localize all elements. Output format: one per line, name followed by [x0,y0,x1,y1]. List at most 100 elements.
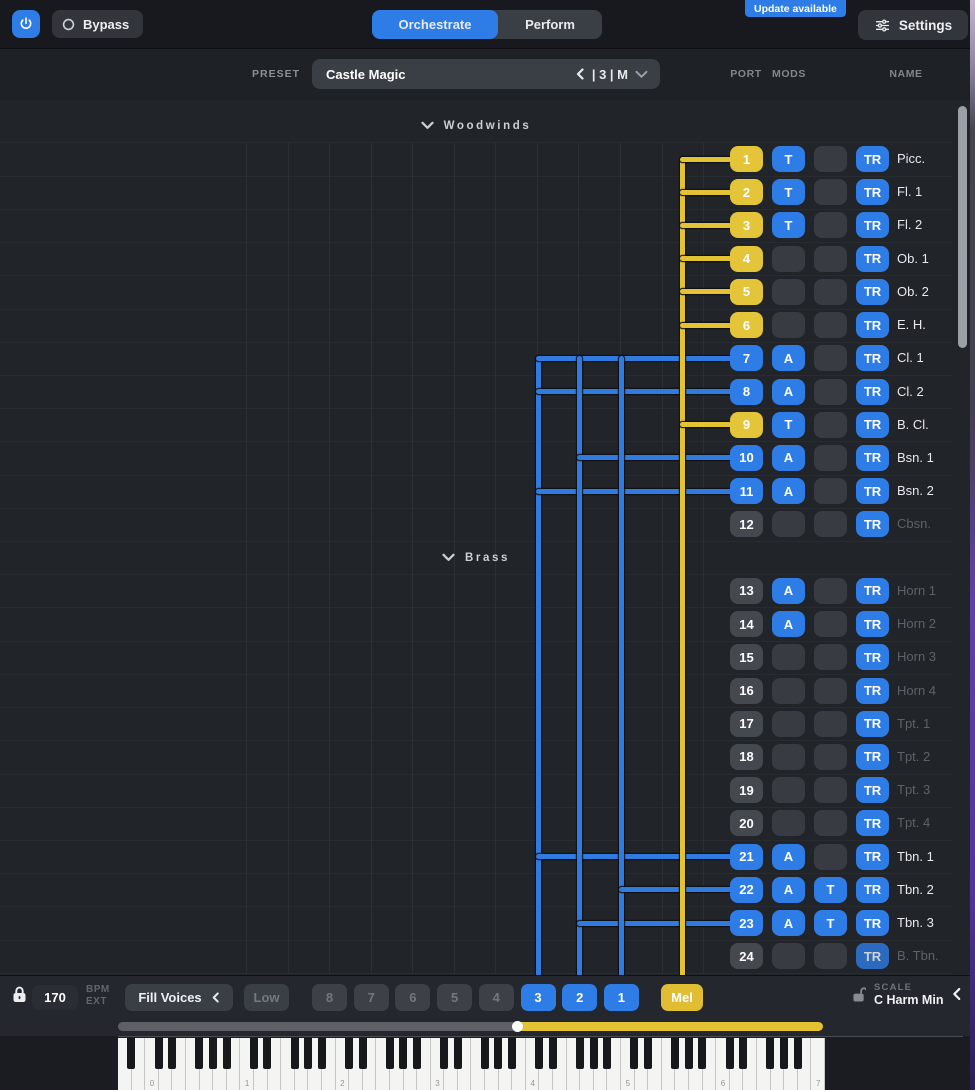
port-badge[interactable]: 17 [730,711,763,737]
mod-button-a[interactable]: A [772,910,805,936]
tr-button[interactable]: TR [856,578,889,604]
scale-prev-icon[interactable] [951,987,962,1001]
keyboard-range-track-high[interactable] [517,1022,822,1031]
tr-button[interactable]: TR [856,445,889,471]
tr-button[interactable]: TR [856,644,889,670]
black-key[interactable] [794,1038,802,1069]
black-key[interactable] [494,1038,502,1069]
mod-button-t[interactable]: T [772,212,805,238]
port-badge[interactable]: 21 [730,844,763,870]
mod-slot-empty[interactable] [814,844,847,870]
mod-button-a[interactable]: A [772,578,805,604]
port-badge[interactable]: 23 [730,910,763,936]
black-key[interactable] [209,1038,217,1069]
mod-button-a[interactable]: A [772,844,805,870]
voice-button-1[interactable]: 1 [604,984,639,1011]
tab-perform[interactable]: Perform [498,10,602,39]
black-key[interactable] [345,1038,353,1069]
low-button[interactable]: Low [244,984,289,1011]
port-badge[interactable]: 8 [730,379,763,405]
mod-slot-empty[interactable] [814,412,847,438]
port-badge[interactable]: 12 [730,511,763,537]
mod-slot-empty[interactable] [814,379,847,405]
mod-button-t[interactable]: T [772,179,805,205]
tr-button[interactable]: TR [856,678,889,704]
port-badge[interactable]: 20 [730,810,763,836]
power-button[interactable] [12,10,40,38]
section-header-woodwinds[interactable]: Woodwinds [0,118,952,134]
voice-button-7[interactable]: 7 [354,984,389,1011]
preset-dropdown[interactable]: Castle Magic | 3 | M [312,59,660,89]
port-badge[interactable]: 11 [730,478,763,504]
mod-slot-empty[interactable] [814,511,847,537]
mod-slot-empty[interactable] [814,678,847,704]
mod-slot-empty[interactable] [814,345,847,371]
black-key[interactable] [195,1038,203,1069]
voice-button-2[interactable]: 2 [562,984,597,1011]
tr-button[interactable]: TR [856,146,889,172]
black-key[interactable] [386,1038,394,1069]
mod-slot-empty[interactable] [772,810,805,836]
tr-button[interactable]: TR [856,478,889,504]
tr-button[interactable]: TR [856,511,889,537]
port-badge[interactable]: 22 [730,877,763,903]
tr-button[interactable]: TR [856,744,889,770]
port-badge[interactable]: 16 [730,678,763,704]
mod-slot-empty[interactable] [814,246,847,272]
black-key[interactable] [250,1038,258,1069]
port-badge[interactable]: 7 [730,345,763,371]
mod-slot-empty[interactable] [772,511,805,537]
mod-slot-empty[interactable] [772,312,805,338]
tr-button[interactable]: TR [856,345,889,371]
mod-slot-empty[interactable] [814,777,847,803]
mod-slot-empty[interactable] [772,711,805,737]
port-badge[interactable]: 19 [730,777,763,803]
mod-slot-empty[interactable] [814,611,847,637]
mod-slot-empty[interactable] [772,744,805,770]
mod-slot-empty[interactable] [814,744,847,770]
black-key[interactable] [590,1038,598,1069]
black-key[interactable] [603,1038,611,1069]
mod-slot-empty[interactable] [772,943,805,969]
mod-button-a[interactable]: A [772,478,805,504]
black-key[interactable] [549,1038,557,1069]
black-key[interactable] [263,1038,271,1069]
mod-slot-empty[interactable] [772,777,805,803]
tr-button[interactable]: TR [856,212,889,238]
port-badge[interactable]: 24 [730,943,763,969]
black-key[interactable] [454,1038,462,1069]
bypass-toggle[interactable]: Bypass [52,10,143,38]
black-key[interactable] [359,1038,367,1069]
mod-slot-empty[interactable] [814,279,847,305]
port-badge[interactable]: 1 [730,146,763,172]
tr-button[interactable]: TR [856,844,889,870]
tr-button[interactable]: TR [856,877,889,903]
mod-button-t[interactable]: T [814,877,847,903]
black-key[interactable] [168,1038,176,1069]
mod-button-a[interactable]: A [772,877,805,903]
tr-button[interactable]: TR [856,943,889,969]
voice-button-4[interactable]: 4 [479,984,514,1011]
mod-button-t[interactable]: T [814,910,847,936]
port-badge[interactable]: 15 [730,644,763,670]
mod-button-a[interactable]: A [772,379,805,405]
black-key[interactable] [291,1038,299,1069]
chevron-down-icon[interactable] [635,70,648,79]
mod-slot-empty[interactable] [814,478,847,504]
mod-slot-empty[interactable] [814,578,847,604]
mod-button-a[interactable]: A [772,445,805,471]
tr-button[interactable]: TR [856,611,889,637]
mod-slot-empty[interactable] [814,212,847,238]
fill-voices-button[interactable]: Fill Voices [125,984,233,1011]
bpm-lock-icon[interactable] [12,986,27,1003]
black-key[interactable] [481,1038,489,1069]
tr-button[interactable]: TR [856,412,889,438]
black-key[interactable] [726,1038,734,1069]
mod-slot-empty[interactable] [772,678,805,704]
mod-slot-empty[interactable] [814,146,847,172]
black-key[interactable] [535,1038,543,1069]
black-key[interactable] [508,1038,516,1069]
black-key[interactable] [413,1038,421,1069]
tab-orchestrate[interactable]: Orchestrate [372,10,498,39]
voice-button-5[interactable]: 5 [437,984,472,1011]
